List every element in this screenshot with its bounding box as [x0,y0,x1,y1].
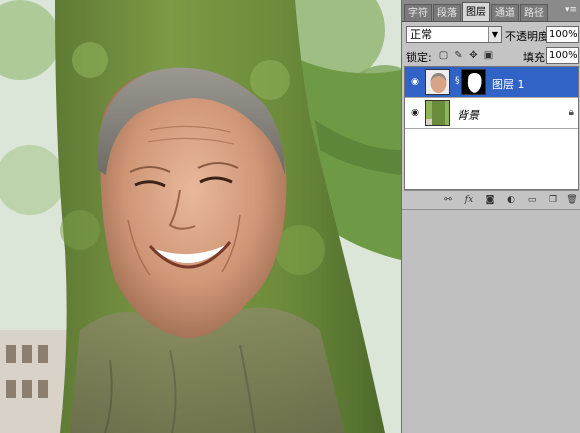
lock-transparent-icon[interactable]: ▢ [438,50,449,61]
layers-panel: 字符 段落 图层 通道 路径 ▾≡ 正常 ▼ 不透明度: 100% 锁定: ▢ … [401,0,580,433]
fx-icon[interactable]: fx [463,194,475,206]
lock-label: 锁定: [406,51,432,64]
adjustment-layer-icon[interactable]: ◐ [505,194,517,206]
lock-position-icon[interactable]: ✥ [468,50,479,61]
panel-empty-area [402,209,580,433]
visibility-eye-icon[interactable]: ◉ [409,77,421,87]
layer-row-1[interactable]: ◉ § 图层 1 [405,67,578,98]
add-mask-icon[interactable]: ◙ [484,194,496,206]
canvas-artwork [0,0,401,433]
panel-tab-bar: 字符 段落 图层 通道 路径 ▾≡ [402,0,580,22]
fill-input[interactable]: 100% [546,47,579,64]
blend-mode-select[interactable]: 正常 ▼ [406,26,502,43]
tab-paths[interactable]: 路径 [520,4,548,21]
layer-row-background[interactable]: ◉ 背景 🔒︎ [405,98,578,129]
layer-name: 背景 [457,109,479,122]
document-canvas[interactable] [0,0,401,433]
layer-thumbnail [425,69,450,95]
blend-mode-value: 正常 [410,28,432,41]
layer-thumbnail [425,100,450,126]
tab-layers[interactable]: 图层 [462,2,490,21]
tab-paragraph[interactable]: 段落 [433,4,461,21]
new-group-icon[interactable]: ▭ [526,194,538,206]
link-layers-icon[interactable]: ⚯ [442,194,454,206]
opacity-input[interactable]: 100% [546,26,579,43]
mask-link-icon[interactable]: § [455,76,460,86]
layer-name: 图层 1 [492,78,525,91]
lock-all-icon[interactable]: ▣ [483,50,494,61]
panel-menu-icon[interactable]: ▾≡ [564,4,578,17]
lock-pixels-icon[interactable]: ✎ [453,50,464,61]
tab-channels[interactable]: 通道 [491,4,519,21]
visibility-eye-icon[interactable]: ◉ [409,108,421,118]
new-layer-icon[interactable]: ❐ [547,194,559,206]
tab-character[interactable]: 字符 [404,4,432,21]
layers-bottom-toolbar: ⚯ fx ◙ ◐ ▭ ❐ 🗑︎ [404,190,579,208]
layer-lock-icon: 🔒︎ [568,107,574,118]
layer-mask-thumbnail[interactable] [461,69,486,95]
delete-layer-icon[interactable]: 🗑︎ [566,194,578,206]
layer-list: ◉ § 图层 1 ◉ 背景 🔒︎ [404,66,579,190]
dropdown-arrow-icon[interactable]: ▼ [488,27,501,42]
fill-label: 填充: [523,51,549,64]
